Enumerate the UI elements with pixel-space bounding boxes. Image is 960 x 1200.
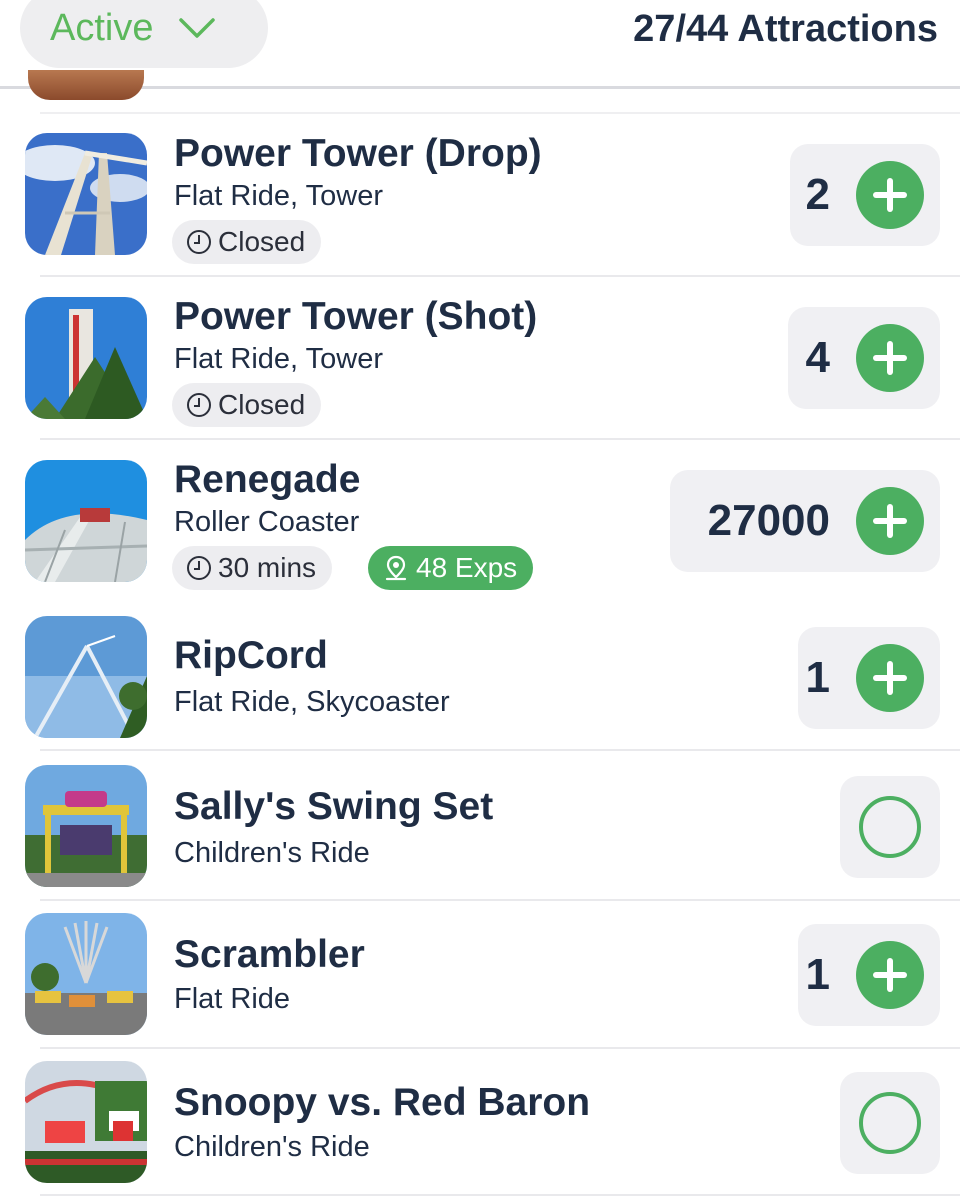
status-text: Closed — [218, 389, 306, 420]
wait-time-text: 30 mins — [218, 552, 317, 583]
add-ride-button[interactable] — [856, 941, 924, 1009]
attraction-row[interactable]: Power Tower (Shot) Flat Ride, Tower Clos… — [0, 277, 960, 440]
attraction-name: Scrambler — [174, 933, 365, 976]
wait-time-badge: 30 mins — [172, 546, 333, 590]
previous-attraction-thumbnail — [28, 70, 144, 100]
attraction-thumbnail — [25, 765, 147, 887]
add-ride-button[interactable] — [856, 644, 924, 712]
attraction-count: 27/44 Attractions — [633, 8, 938, 50]
attraction-type: Flat Ride, Tower — [174, 343, 383, 375]
add-ride-button[interactable] — [856, 161, 924, 229]
attraction-row[interactable]: Scrambler Flat Ride 1 — [0, 901, 960, 1049]
experiences-text: 48 Exps — [416, 552, 518, 583]
header-bar: Active 27/44 Attractions — [0, 0, 960, 89]
ride-count: 4 — [805, 333, 830, 382]
attraction-row[interactable]: Sally's Swing Set Children's Ride — [0, 751, 960, 901]
clock-icon — [187, 230, 211, 254]
ride-count: 27000 — [707, 496, 830, 545]
ride-counter: 1 — [798, 627, 940, 729]
attraction-name: Snoopy vs. Red Baron — [174, 1081, 591, 1124]
attraction-thumbnail — [25, 460, 147, 582]
filter-dropdown[interactable]: Active — [20, 0, 268, 68]
attraction-thumbnail — [25, 913, 147, 1035]
attraction-name: Power Tower (Drop) — [174, 132, 542, 175]
attraction-row[interactable]: RipCord Flat Ride, Skycoaster 1 — [0, 600, 960, 751]
ride-count: 1 — [805, 950, 830, 999]
attraction-type: Roller Coaster — [174, 506, 360, 538]
attraction-row[interactable]: Renegade Roller Coaster 30 mins 48 Exps … — [0, 440, 960, 600]
ride-counter — [840, 1072, 940, 1174]
attraction-type: Flat Ride, Skycoaster — [174, 686, 450, 718]
add-ride-button[interactable] — [856, 324, 924, 392]
ride-count: 1 — [805, 653, 830, 702]
attraction-thumbnail — [25, 297, 147, 419]
ride-counter: 4 — [788, 307, 940, 409]
attraction-type: Flat Ride — [174, 983, 291, 1015]
attraction-name: Sally's Swing Set — [174, 785, 494, 828]
map-pin-icon — [385, 555, 407, 581]
attraction-name: Power Tower (Shot) — [174, 295, 538, 338]
mark-ridden-button[interactable] — [859, 796, 921, 858]
status-badge: Closed — [172, 383, 322, 427]
attraction-thumbnail — [25, 133, 147, 255]
attraction-thumbnail — [25, 1061, 147, 1183]
status-badge: Closed — [172, 220, 322, 264]
ride-counter: 27000 — [670, 470, 940, 572]
attraction-thumbnail — [25, 616, 147, 738]
ride-counter: 1 — [798, 924, 940, 1026]
filter-label: Active — [50, 6, 154, 49]
divider — [40, 1194, 960, 1196]
attraction-row[interactable]: Power Tower (Drop) Flat Ride, Tower Clos… — [0, 114, 960, 277]
attraction-type: Children's Ride — [174, 837, 370, 869]
attraction-type: Flat Ride, Tower — [174, 180, 383, 212]
attraction-row[interactable]: Snoopy vs. Red Baron Children's Ride — [0, 1049, 960, 1200]
ride-counter: 2 — [790, 144, 940, 246]
attraction-name: RipCord — [174, 634, 328, 677]
mark-ridden-button[interactable] — [859, 1092, 921, 1154]
ride-counter — [840, 776, 940, 878]
status-text: Closed — [218, 226, 306, 257]
chevron-down-icon — [179, 18, 216, 38]
attraction-type: Children's Ride — [174, 1131, 370, 1163]
clock-icon — [187, 393, 211, 417]
experiences-badge[interactable]: 48 Exps — [368, 546, 534, 590]
ride-count: 2 — [805, 170, 830, 219]
attraction-name: Renegade — [174, 458, 361, 501]
add-ride-button[interactable] — [856, 487, 924, 555]
clock-icon — [187, 556, 211, 580]
